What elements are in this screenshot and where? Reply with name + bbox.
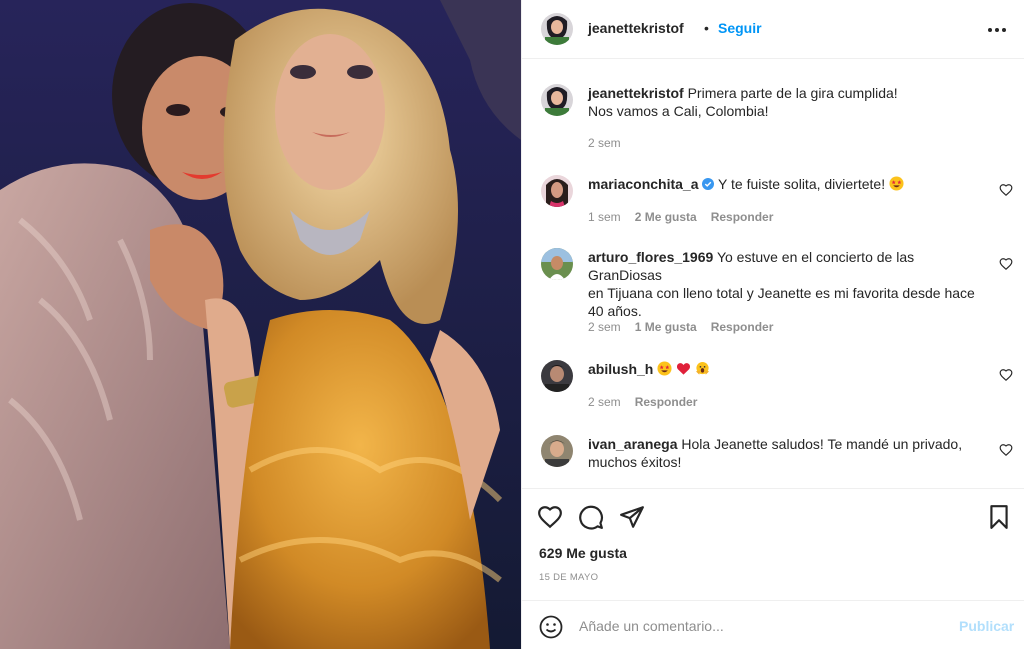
comment-time[interactable]: 2 sem bbox=[588, 395, 621, 409]
post-date: 15 DE MAYO bbox=[539, 572, 599, 583]
comment-username[interactable]: arturo_flores_1969 bbox=[588, 249, 713, 265]
author-avatar[interactable] bbox=[541, 13, 573, 45]
author-username[interactable]: jeanettekristof bbox=[588, 20, 684, 36]
likes-count[interactable]: 629 Me gusta bbox=[539, 545, 627, 561]
reply-button[interactable]: Responder bbox=[635, 395, 698, 409]
verified-badge-icon bbox=[702, 178, 715, 190]
reply-button[interactable]: Responder bbox=[711, 320, 774, 334]
more-options-icon[interactable] bbox=[988, 20, 1008, 40]
comment-input[interactable] bbox=[579, 615, 949, 637]
action-bar bbox=[522, 488, 1024, 600]
caption-time[interactable]: 2 sem bbox=[588, 136, 621, 150]
comment-likes[interactable]: 2 Me gusta bbox=[635, 210, 697, 224]
publish-button[interactable]: Publicar bbox=[959, 618, 1014, 634]
face-screaming-emoji-icon bbox=[695, 361, 710, 375]
comment-likes[interactable]: 1 Me gusta bbox=[635, 320, 697, 334]
comment-like-heart-icon[interactable] bbox=[999, 443, 1013, 457]
post-panel: jeanettekristof • Seguir jeanettekristof… bbox=[521, 0, 1024, 649]
comment-like-heart-icon[interactable] bbox=[999, 183, 1013, 197]
follow-button[interactable]: Seguir bbox=[718, 20, 762, 36]
comment-like-heart-icon[interactable] bbox=[999, 257, 1013, 271]
comment-text: Y te fuiste solita, diviertete! bbox=[718, 176, 886, 192]
comment-time[interactable]: 1 sem bbox=[588, 210, 621, 224]
comment-text-line-3: 40 años. bbox=[588, 303, 642, 319]
comment-bubble-icon[interactable] bbox=[578, 504, 604, 530]
star-struck-emoji-icon bbox=[889, 176, 904, 191]
comment-text-line-1: Hola Jeanette saludos! Te mandé un priva… bbox=[681, 436, 963, 452]
comment-username[interactable]: ivan_aranega bbox=[588, 436, 678, 452]
comment-like-heart-icon[interactable] bbox=[999, 368, 1013, 382]
comment-username[interactable]: mariaconchita_a bbox=[588, 176, 699, 192]
add-comment-bar: Publicar bbox=[522, 600, 1024, 649]
header-separator-dot: • bbox=[704, 20, 709, 36]
caption-text-line-2: Nos vamos a Cali, Colombia! bbox=[588, 103, 769, 119]
red-heart-emoji-icon bbox=[677, 363, 691, 375]
post-header: jeanettekristof • Seguir bbox=[522, 0, 1024, 59]
star-struck-emoji-icon bbox=[657, 361, 672, 376]
commenter-avatar[interactable] bbox=[541, 248, 573, 280]
post-photo[interactable] bbox=[0, 0, 521, 649]
like-heart-icon[interactable] bbox=[537, 504, 563, 530]
commenter-avatar[interactable] bbox=[541, 360, 573, 392]
caption-username[interactable]: jeanettekristof bbox=[588, 85, 684, 101]
caption-avatar[interactable] bbox=[541, 84, 573, 116]
comment-username[interactable]: abilush_h bbox=[588, 361, 653, 377]
commenter-avatar[interactable] bbox=[541, 435, 573, 467]
caption-text-line-1: Primera parte de la gira cumplida! bbox=[687, 85, 898, 101]
commenter-avatar[interactable] bbox=[541, 175, 573, 207]
emoji-smiley-icon[interactable] bbox=[539, 615, 563, 639]
comment-text-line-2: muchos éxitos! bbox=[588, 454, 682, 470]
comment-time[interactable]: 2 sem bbox=[588, 320, 621, 334]
comment-text-line-2: en Tijuana con lleno total y Jeanette es… bbox=[588, 285, 975, 301]
share-paper-plane-icon[interactable] bbox=[619, 504, 645, 530]
post-photo-illustration bbox=[0, 0, 521, 649]
reply-button[interactable]: Responder bbox=[711, 210, 774, 224]
save-bookmark-icon[interactable] bbox=[986, 504, 1012, 530]
